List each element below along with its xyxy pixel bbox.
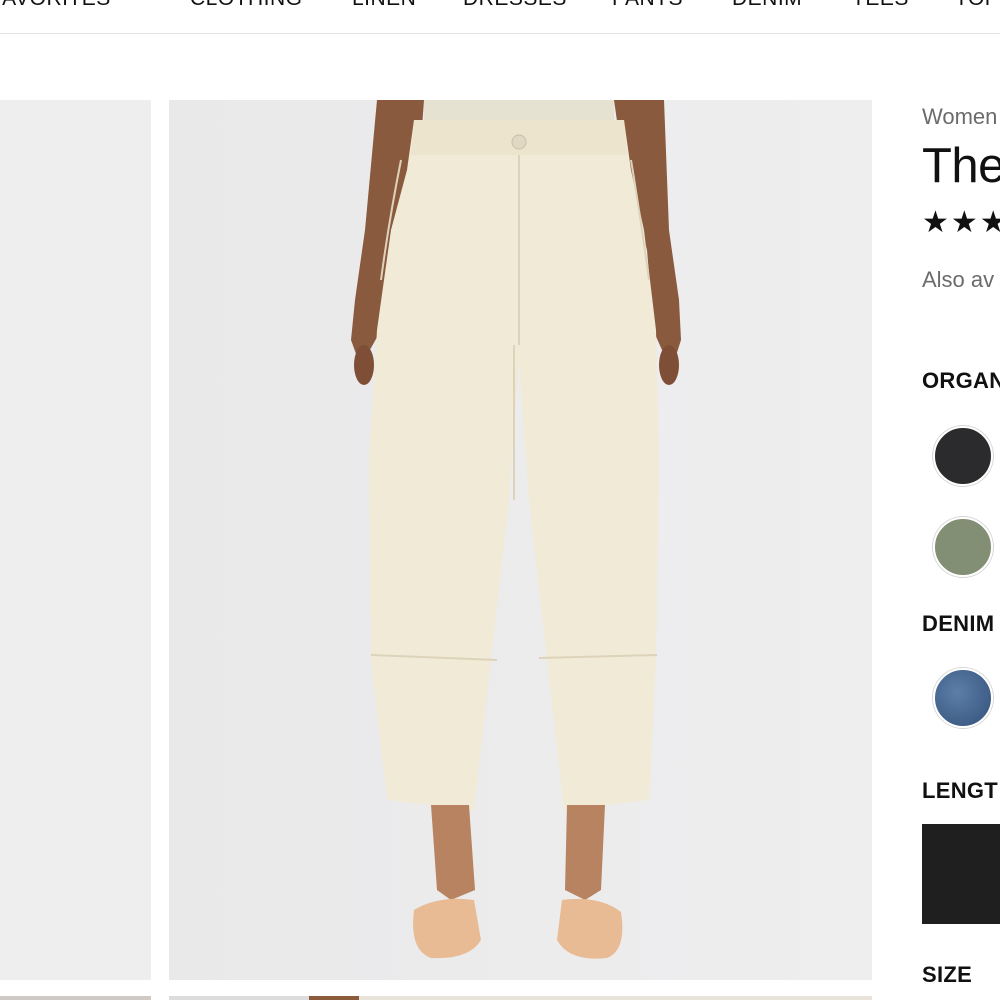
thumbnail-2[interactable]	[169, 996, 309, 1000]
nav-item-linen[interactable]: LINEN	[352, 0, 416, 11]
length-option-selected[interactable]	[922, 824, 1000, 924]
nav-item-favorites[interactable]: FAVORITES	[0, 0, 111, 11]
breadcrumb[interactable]: Women	[922, 104, 997, 130]
nav-item-tops[interactable]: TOPS	[955, 0, 1000, 11]
denim-color-label: DENIM	[922, 611, 995, 636]
thumbnail-4[interactable]	[359, 996, 872, 1000]
swatch-black[interactable]	[933, 426, 993, 486]
thumbnail-3[interactable]	[309, 996, 359, 1000]
gallery-image-main[interactable]	[169, 100, 872, 980]
nav-item-pants[interactable]: PANTS	[612, 0, 683, 11]
length-label: LENGT	[922, 778, 999, 803]
swatch-olive[interactable]	[933, 517, 993, 577]
thumbnail-1[interactable]	[0, 996, 151, 1000]
nav-item-dresses[interactable]: DRESSES	[463, 0, 567, 11]
swatch-indigo-denim[interactable]	[933, 668, 993, 728]
nav-item-tees[interactable]: TEES	[852, 0, 909, 11]
nav-item-clothing[interactable]: CLOTHING	[190, 0, 303, 11]
organic-color-label: ORGAN	[922, 368, 1000, 393]
also-available-text[interactable]: Also av	[922, 267, 994, 293]
top-nav: FAVORITES CLOTHING LINEN DRESSES PANTS D…	[0, 0, 1000, 34]
product-photo-pants	[351, 100, 681, 959]
gallery-image-previous[interactable]	[0, 100, 151, 980]
rating-stars[interactable]: ★★★	[922, 205, 1000, 240]
nav-item-denim[interactable]: DENIM	[732, 0, 802, 11]
size-label: SIZE	[922, 962, 973, 987]
product-title: The	[922, 139, 1000, 193]
